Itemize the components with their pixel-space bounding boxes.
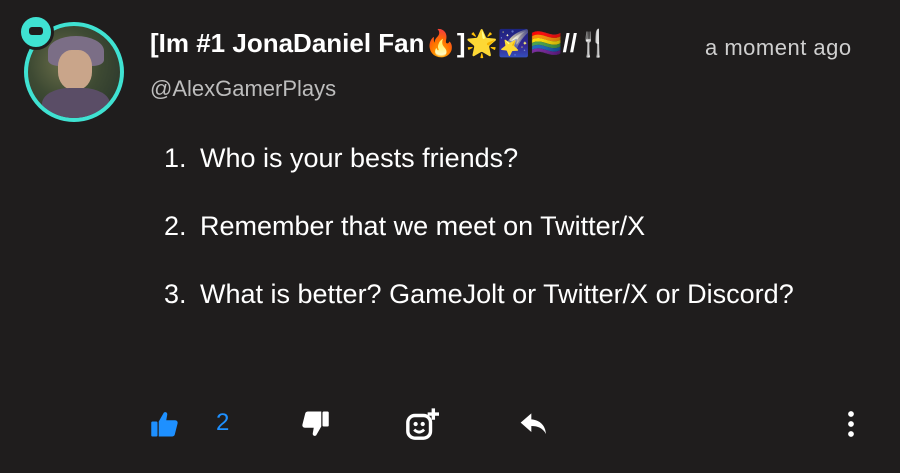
thumbs-down-icon: [302, 411, 329, 436]
thumbs-up-icon: [151, 412, 178, 437]
react-button[interactable]: [405, 405, 439, 443]
more-options-button[interactable]: [845, 405, 857, 443]
list-item: Remember that we meet on Twitter/X: [194, 206, 810, 246]
avatar-badge-icon: [18, 14, 54, 50]
post-body: Who is your bests friends? Remember that…: [150, 138, 810, 342]
user-avatar[interactable]: [18, 14, 128, 124]
numbered-list: Who is your bests friends? Remember that…: [150, 138, 810, 314]
reply-button[interactable]: [518, 405, 550, 443]
add-emoji-icon: [406, 408, 439, 440]
dislike-button[interactable]: [300, 405, 330, 443]
post-actions-bar: 2: [150, 405, 870, 445]
username[interactable]: @AlexGamerPlays: [150, 76, 336, 102]
more-vertical-icon: [848, 411, 854, 437]
list-item: What is better? GameJolt or Twitter/X or…: [194, 274, 810, 314]
like-count: 2: [216, 409, 230, 436]
reply-icon: [520, 413, 546, 434]
post-timestamp: a moment ago: [705, 35, 852, 60]
list-item: Who is your bests friends?: [194, 138, 810, 178]
display-name[interactable]: [Im #1 JonaDaniel Fan🔥]🌟🌠🏳️‍🌈//🍴: [150, 28, 680, 59]
like-button[interactable]: [150, 405, 180, 443]
